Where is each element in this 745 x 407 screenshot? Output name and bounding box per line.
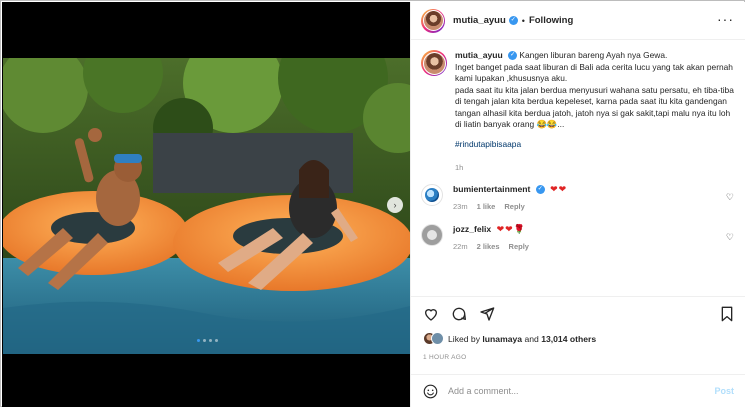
liker-avatar[interactable] <box>431 332 444 345</box>
post-header: mutia_ayuu ✓ • Following ··· <box>411 2 745 40</box>
likes-others[interactable]: 13,014 others <box>541 334 596 344</box>
comment-item: jozz_felix ❤❤🌹 22m 2 likes Reply ♡ <box>421 223 734 252</box>
commenter-avatar[interactable] <box>421 223 443 246</box>
comment-body: bumientertainment ✓ ❤❤ 23m 1 like Reply <box>453 184 567 212</box>
verified-icon: ✓ <box>508 16 518 25</box>
carousel-dot <box>203 339 206 342</box>
likes-summary: Liked by lunamaya and 13,014 others <box>423 332 596 345</box>
comment-text: ❤❤🌹 <box>496 223 526 234</box>
caption-line-3: pada saat itu kita jalan berdua menyusur… <box>455 84 734 130</box>
next-slide-button[interactable]: › <box>387 197 403 213</box>
comment-bubble-icon[interactable] <box>451 306 467 322</box>
comment-time[interactable]: 23m <box>453 201 468 212</box>
action-bar <box>411 296 745 330</box>
add-comment-input[interactable] <box>448 386 698 396</box>
post-side-panel: mutia_ayuu ✓ • Following ··· mutia_ayuu … <box>410 2 745 407</box>
likes-middle: and <box>524 333 539 344</box>
carousel-dot <box>209 339 212 342</box>
caption-username[interactable]: mutia_ayuu <box>455 50 503 60</box>
caption-line-1: Kangen liburan bareng Ayah nya Gewa. <box>519 50 668 60</box>
carousel-indicator <box>197 339 218 342</box>
post-comment-button[interactable]: Post <box>714 386 734 396</box>
caption-time[interactable]: 1h <box>455 162 734 174</box>
author-username[interactable]: mutia_ayuu <box>453 15 506 26</box>
comment-time[interactable]: 22m <box>453 241 468 252</box>
like-heart-icon[interactable] <box>423 306 439 322</box>
reply-button[interactable]: Reply <box>504 201 524 212</box>
emoji-icon[interactable] <box>423 384 438 399</box>
comment-likes[interactable]: 1 like <box>477 201 496 212</box>
caption-body: mutia_ayuu ✓ Kangen liburan bareng Ayah … <box>455 50 734 174</box>
caption-hashtag[interactable]: #rindutapibisaapa <box>455 139 734 151</box>
reply-button[interactable]: Reply <box>509 241 529 252</box>
add-comment-bar: Post <box>411 374 745 407</box>
comment-text: ❤❤ <box>550 183 568 194</box>
comment-username[interactable]: bumientertainment <box>453 184 530 194</box>
share-paper-plane-icon[interactable] <box>479 306 495 322</box>
caption: mutia_ayuu ✓ Kangen liburan bareng Ayah … <box>421 50 734 174</box>
commenter-avatar[interactable] <box>421 183 443 206</box>
following-button[interactable]: Following <box>529 15 573 26</box>
post-media: › <box>2 2 410 407</box>
likes-prefix: Liked by <box>448 333 481 344</box>
comment-body: jozz_felix ❤❤🌹 22m 2 likes Reply <box>453 224 529 252</box>
carousel-dot <box>197 339 200 342</box>
caption-line-2: Inget banget pada saat liburan di Bali a… <box>455 61 733 84</box>
comment-like-heart-icon[interactable]: ♡ <box>726 232 734 243</box>
comments-section[interactable]: mutia_ayuu ✓ Kangen liburan bareng Ayah … <box>411 50 745 290</box>
comment-meta: 22m 2 likes Reply <box>453 241 529 252</box>
likes-text: Liked by lunamaya and 13,014 others <box>448 334 596 344</box>
post-photo[interactable] <box>3 58 410 354</box>
bookmark-icon[interactable] <box>720 306 734 322</box>
comment-username[interactable]: jozz_felix <box>453 224 491 234</box>
liker-username[interactable]: lunamaya <box>482 334 522 344</box>
more-horizontal-icon[interactable]: ··· <box>717 12 734 26</box>
comment-likes[interactable]: 2 likes <box>477 241 500 252</box>
post-dialog: › mutia_ayuu ✓ • Following ··· mutia_ayu… <box>0 0 745 407</box>
verified-icon: ✓ <box>535 184 545 194</box>
comment-like-heart-icon[interactable]: ♡ <box>726 192 734 203</box>
carousel-dot <box>215 339 218 342</box>
caption-avatar[interactable] <box>421 50 447 76</box>
comment-item: bumientertainment ✓ ❤❤ 23m 1 like Reply … <box>421 183 734 212</box>
comment-meta: 23m 1 like Reply <box>453 201 567 212</box>
verified-icon: ✓ <box>508 51 518 61</box>
header-separator: • <box>521 15 525 26</box>
author-avatar[interactable] <box>421 8 445 33</box>
post-timestamp[interactable]: 1 HOUR AGO <box>423 354 466 361</box>
